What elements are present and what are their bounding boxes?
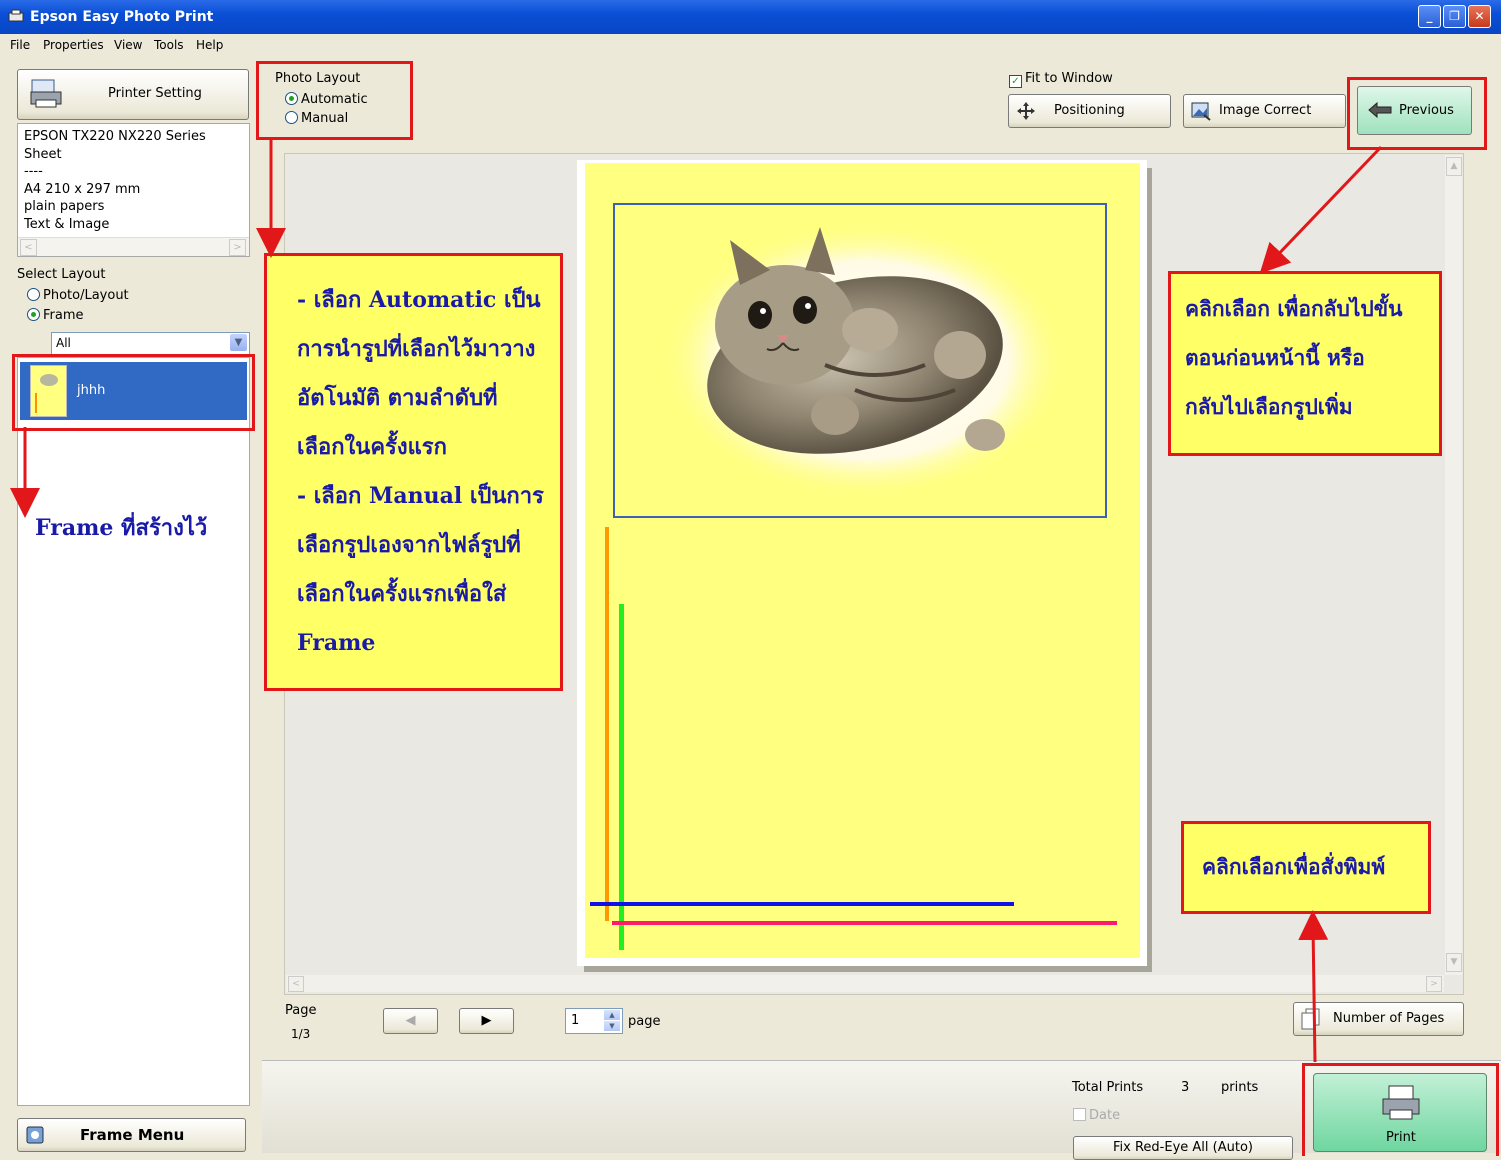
annotation-arrows	[10, 137, 1383, 1063]
arrow-to-previous-note	[1259, 145, 1383, 274]
arrow-to-print-note	[1298, 910, 1329, 1063]
